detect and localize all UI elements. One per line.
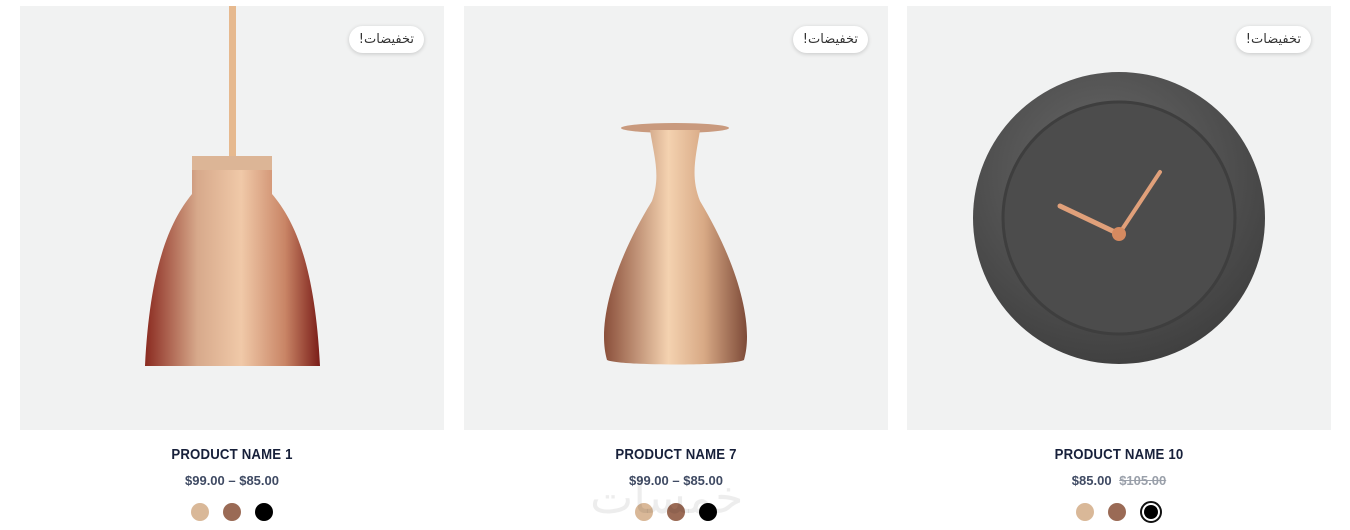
product-image[interactable]: تخفيضات! (20, 6, 444, 430)
swatch-brown[interactable] (1108, 503, 1126, 521)
swatch-brown[interactable] (667, 503, 685, 521)
swatch-beige[interactable] (635, 503, 653, 521)
color-swatches (464, 503, 888, 521)
price-current: $85.00 (1071, 473, 1112, 488)
product-card[interactable]: تخفيضات! PRODUCT NAME 1 $99.00 – $85.00 (20, 6, 444, 521)
swatch-black-selected[interactable] (1140, 501, 1162, 523)
color-swatches (907, 501, 1331, 523)
wall-clock-icon (973, 72, 1265, 364)
pendant-lamp-icon (145, 6, 320, 366)
product-image[interactable]: تخفيضات! (907, 6, 1331, 430)
vase-icon (604, 123, 748, 365)
product-card[interactable]: تخفيضات! PRODUCT NAME 10 $85.00 $105.00 (907, 6, 1331, 523)
swatch-beige[interactable] (1076, 503, 1094, 521)
product-price: $99.00 – $85.00 (464, 473, 888, 488)
product-name[interactable]: PRODUCT NAME 1 (45, 446, 418, 463)
product-price: $99.00 – $85.00 (20, 473, 444, 488)
sale-badge: تخفيضات! (348, 26, 424, 53)
sale-badge: تخفيضات! (1235, 26, 1311, 53)
swatch-beige[interactable] (191, 503, 209, 521)
product-name[interactable]: PRODUCT NAME 7 (489, 446, 862, 463)
swatch-black[interactable] (255, 503, 273, 521)
swatch-black[interactable] (699, 503, 717, 521)
product-name[interactable]: PRODUCT NAME 10 (932, 446, 1305, 463)
sale-badge: تخفيضات! (792, 26, 868, 53)
product-card[interactable]: تخفيضات! PRODUCT NAME 7 $99.00 – $85.00 (464, 6, 888, 521)
price-current: $99.00 – $85.00 (629, 473, 723, 488)
product-image[interactable]: تخفيضات! (464, 6, 888, 430)
color-swatches (20, 503, 444, 521)
price-old: $105.00 (1119, 473, 1167, 488)
swatch-brown[interactable] (223, 503, 241, 521)
price-current: $99.00 – $85.00 (185, 473, 279, 488)
product-price: $85.00 $105.00 (907, 473, 1331, 488)
